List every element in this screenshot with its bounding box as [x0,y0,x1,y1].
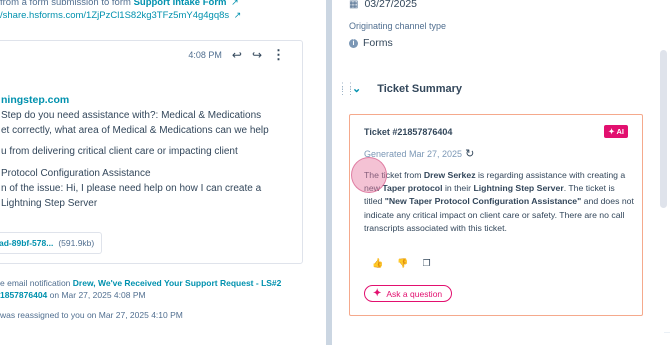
generated-row: Generated Mar 27, 2025 ↻ [364,147,474,160]
generated-date: Generated Mar 27, 2025 [364,148,463,159]
ticket-record-view: from a form submission to form Support I… [0,0,670,345]
form-link[interactable]: Support Intake Form [134,0,227,8]
activity-reassigned: was reassigned to you on Mar 27, 2025 4:… [0,310,183,320]
summary-text: The ticket from Drew Serkez is regarding… [364,169,634,235]
more-options-icon[interactable]: ⋮ [272,47,285,63]
reply-icon[interactable]: ↩ [232,48,242,62]
section-divider [664,332,670,333]
external-link-icon[interactable]: ↗ [231,0,239,8]
summary-highlight: Drew Serkez [423,170,476,180]
ticket-summary-header[interactable]: ⋮⋮ ⋮⋮ ⌄ Ticket Summary [338,81,463,95]
email-line: Lightning Step Server [1,197,98,209]
activity-text: e email notification [0,278,71,288]
chevron-down-icon[interactable]: ⌄ [352,82,361,95]
email-time: 4:08 PM [188,50,222,60]
scrollbar[interactable] [660,50,667,208]
ticket-id: Ticket #21857876404 [364,127,453,137]
regenerate-icon[interactable]: ↻ [465,147,474,160]
summary-highlight: Taper protocol [382,183,443,194]
click-indicator [351,157,387,193]
attachment-chip[interactable]: ad-89bf-578... (591.9kb) [0,232,103,254]
email-line: et correctly, what area of Medical & Med… [1,124,269,136]
attachment-size: (591.9kb) [58,238,95,248]
email-header: 4:08 PM ↩ ↪ ⋮ [188,47,285,63]
ask-question-label: Ask a question [386,288,443,299]
create-date-value: 03/27/2025 [364,0,418,10]
summary-segment: in their [442,183,474,194]
email-spacer [1,138,269,145]
email-spacer [1,160,269,167]
drag-handle-icon[interactable]: ⋮⋮ ⋮⋮ [338,81,355,95]
channel-value: Forms [363,37,393,49]
activity-email-notification: e email notification Drew, We've Receive… [0,277,281,301]
ai-badge: ✦ AI [604,125,628,138]
ask-question-button[interactable]: ✦ Ask a question [364,285,453,302]
conversation-pane: from a form submission to form Support I… [0,0,326,345]
create-date-row: ▦ 03/27/2025 [349,0,417,10]
email-line: Step do you need assistance with?: Medic… [1,109,262,121]
email-body: ningstep.com Step do you need assistance… [1,93,269,212]
form-submission-line: from a form submission to form Support I… [0,0,239,8]
email-line: u from delivering critical client care o… [1,146,238,158]
form-submission-text: from a form submission to form [0,0,131,8]
email-card: 4:08 PM ↩ ↪ ⋮ ningstep.com Step do you n… [0,40,303,264]
notification-link-cont[interactable]: 1857876404 [0,290,47,300]
form-url-line: /share.hsforms.com/1ZjPzCl1S82kg3TFz5mY4… [0,10,241,21]
activity-timestamp: on Mar 27, 2025 4:08 PM [47,290,146,300]
ai-badge-label: AI [616,127,625,136]
external-link-icon[interactable]: ↗ [234,10,242,21]
thumbs-down-icon[interactable]: 👎 [397,258,408,269]
channel-value-row: i Forms [349,37,393,49]
sparkle-plus-icon: ✦ [373,288,382,299]
form-url-link[interactable]: /share.hsforms.com/1ZjPzCl1S82kg3TFz5mY4… [0,10,229,21]
feedback-actions: 👍 👎 ❐ [372,258,431,269]
summary-highlight: "New Taper Protocol Configuration Assist… [384,196,582,207]
info-icon[interactable]: i [349,38,358,48]
attachment-name[interactable]: ad-89bf-578... [0,238,53,248]
email-line: Protocol Configuration Assistance [1,168,151,180]
summary-highlight: Lightning Step Server [473,183,564,194]
forward-icon[interactable]: ↪ [252,48,262,62]
copy-icon[interactable]: ❐ [422,258,430,269]
calendar-icon: ▦ [349,0,359,10]
email-sender[interactable]: ningstep.com [1,93,269,108]
ai-summary-card: Ticket #21857876404 ✦ AI Generated Mar 2… [349,114,643,316]
thumbs-up-icon[interactable]: 👍 [372,258,383,269]
sparkle-icon: ✦ [608,127,615,136]
email-line: n of the issue: Hi, I please need help o… [1,182,262,194]
channel-label: Originating channel type [349,21,447,31]
notification-link[interactable]: Drew, We've Received Your Support Reques… [73,278,282,288]
section-title: Ticket Summary [377,82,463,95]
